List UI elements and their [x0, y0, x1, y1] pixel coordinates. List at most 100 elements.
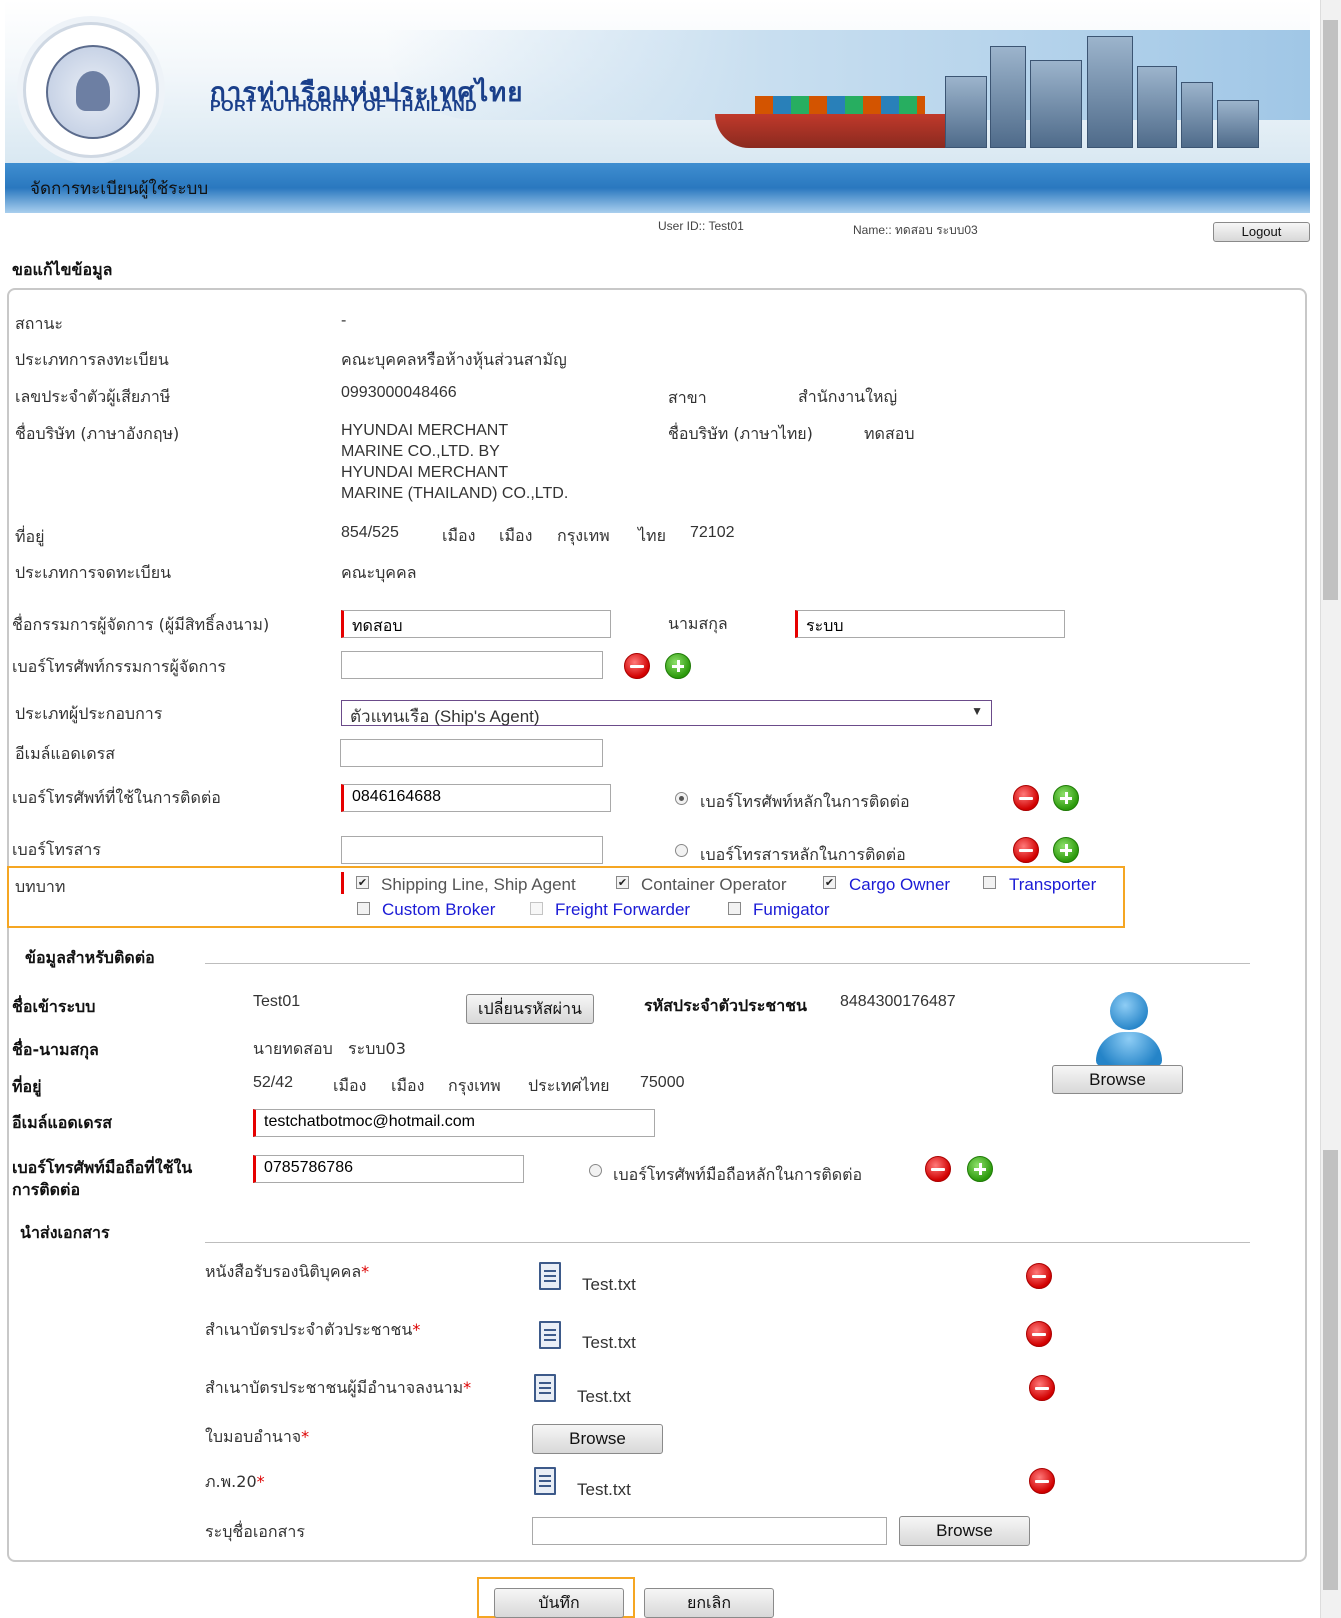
city-skyline-image — [695, 30, 1285, 148]
power-of-attorney-browse-button[interactable]: Browse — [532, 1424, 663, 1454]
fax-input[interactable] — [341, 836, 603, 864]
director-name-label: ชื่อกรรมการผู้จัดการ (ผู้มีสิทธิ์ลงนาม) — [12, 615, 270, 634]
scrollbar-thumb-lower[interactable] — [1323, 1150, 1338, 1590]
doc-label-pp20: ภ.พ.20* — [205, 1470, 265, 1495]
doc-label-power-of-attorney: ใบมอบอำนาจ* — [205, 1425, 309, 1450]
contact-phone-input[interactable]: 0846164688 — [341, 784, 611, 812]
contact-address-district: เมือง — [391, 1076, 425, 1095]
contact-address-label: ที่อยู่ — [12, 1077, 42, 1096]
operator-type-select[interactable]: ตัวแทนเรือ (Ship's Agent) ▼ — [341, 700, 992, 726]
building — [1030, 60, 1082, 148]
file-icon[interactable] — [534, 1374, 556, 1402]
remove-fax-icon[interactable] — [1013, 837, 1039, 863]
role-shipping-line-label: Shipping Line, Ship Agent — [381, 875, 576, 894]
doc-filename-id-copy[interactable]: Test.txt — [582, 1333, 636, 1353]
doc-label-text: ใบมอบอำนาจ — [205, 1427, 302, 1446]
other-doc-name-input[interactable] — [532, 1517, 887, 1545]
director-phone-input[interactable] — [341, 651, 603, 679]
primary-mobile-radio[interactable] — [589, 1164, 602, 1177]
photo-browse-button[interactable]: Browse — [1052, 1065, 1183, 1094]
role-shipping-line-checkbox[interactable]: ✔ — [356, 876, 369, 889]
remove-doc-pp20-icon[interactable] — [1029, 1468, 1055, 1494]
primary-fax-radio[interactable] — [675, 844, 688, 857]
contact-address-house-no: 52/42 — [253, 1074, 294, 1091]
file-icon[interactable] — [539, 1321, 561, 1349]
file-icon[interactable] — [534, 1467, 556, 1495]
role-custom-broker-checkbox[interactable] — [357, 902, 370, 915]
building — [1181, 82, 1213, 148]
company-name-line: HYUNDAI MERCHANT — [341, 464, 509, 481]
company-name-line: HYUNDAI MERCHANT — [341, 422, 509, 439]
remove-doc-signatory-id-icon[interactable] — [1029, 1375, 1055, 1401]
contact-phone-label: เบอร์โทรศัพท์ที่ใช้ในการติดต่อ — [12, 788, 221, 807]
pat-logo — [23, 22, 159, 158]
role-freight-forwarder-checkbox[interactable] — [530, 902, 543, 915]
dropdown-arrow-icon: ▼ — [971, 704, 983, 718]
doc-label-text: สำเนาบัตรประชาชนผู้มีอำนาจลงนาม — [205, 1378, 464, 1397]
company-email-input[interactable] — [340, 739, 603, 767]
director-first-name-input[interactable]: ทดสอบ — [341, 610, 611, 638]
company-name-en-value: HYUNDAI MERCHANT MARINE CO.,LTD. BY HYUN… — [341, 420, 568, 504]
remove-contact-phone-icon[interactable] — [1013, 785, 1039, 811]
roles-label: บทบาท — [15, 877, 66, 896]
address-subdistrict: เมือง — [442, 526, 476, 545]
doc-filename-company-cert[interactable]: Test.txt — [582, 1275, 636, 1295]
building — [945, 76, 987, 148]
section-title: ขอแก้ไขข้อมูล — [12, 260, 113, 279]
brand-english: PORT AUTHORITY OF THAILAND — [210, 98, 478, 115]
other-doc-browse-button[interactable]: Browse — [899, 1516, 1030, 1546]
remove-doc-company-cert-icon[interactable] — [1026, 1263, 1052, 1289]
add-contact-phone-icon[interactable] — [1053, 785, 1079, 811]
mobile-input[interactable]: 0785786786 — [253, 1155, 524, 1183]
add-fax-icon[interactable] — [1053, 837, 1079, 863]
company-email-label: อีเมล์แอดเดรส — [15, 744, 115, 763]
primary-mobile-label: เบอร์โทรศัพท์มือถือหลักในการติดต่อ — [613, 1165, 863, 1184]
record-type-label: ประเภทการจดทะเบียน — [15, 563, 172, 582]
contact-email-input[interactable]: testchatbotmoc@hotmail.com — [253, 1109, 655, 1137]
remove-doc-id-copy-icon[interactable] — [1026, 1321, 1052, 1347]
role-transporter-checkbox[interactable] — [983, 876, 996, 889]
tax-id-value: 0993000048466 — [341, 384, 457, 401]
company-name-th-value: ทดสอบ — [864, 424, 915, 443]
cancel-button[interactable]: ยกเลิก — [644, 1588, 774, 1618]
contact-email-label: อีเมล์แอดเดรส — [12, 1113, 112, 1132]
address-country: ไทย — [638, 526, 666, 545]
doc-filename-pp20[interactable]: Test.txt — [577, 1480, 631, 1500]
required-star: * — [463, 1378, 472, 1397]
remove-mobile-icon[interactable] — [925, 1156, 951, 1182]
role-cargo-owner-label: Cargo Owner — [849, 875, 951, 894]
role-freight-forwarder-label: Freight Forwarder — [555, 900, 691, 919]
required-star: * — [301, 1427, 310, 1446]
profile-avatar-icon — [1096, 992, 1162, 1068]
login-value: Test01 — [253, 993, 301, 1010]
address-province: กรุงเทพ — [557, 526, 610, 545]
remove-director-phone-icon[interactable] — [624, 653, 650, 679]
logout-button[interactable]: Logout — [1213, 222, 1310, 242]
change-password-button[interactable]: เปลี่ยนรหัสผ่าน — [466, 994, 594, 1024]
file-icon[interactable] — [539, 1262, 561, 1290]
add-director-phone-icon[interactable] — [665, 653, 691, 679]
other-doc-label: ระบุชื่อเอกสาร — [205, 1522, 305, 1541]
contact-address-subdistrict: เมือง — [333, 1076, 367, 1095]
doc-label-company-cert: หนังสือรับรองนิติบุคคล* — [205, 1260, 369, 1285]
logo-emblem — [46, 45, 140, 139]
role-fumigator-checkbox[interactable] — [728, 902, 741, 915]
branch-value: สำนักงานใหญ่ — [798, 387, 898, 406]
status-value: - — [341, 312, 347, 329]
reg-type-label: ประเภทการลงทะเบียน — [15, 350, 169, 369]
doc-filename-signatory-id[interactable]: Test.txt — [577, 1387, 631, 1407]
save-button[interactable]: บันทึก — [494, 1588, 624, 1618]
add-mobile-icon[interactable] — [967, 1156, 993, 1182]
role-transporter-label: Transporter — [1009, 875, 1097, 894]
mobile-label-line: การติดต่อ — [12, 1180, 81, 1199]
doc-label-id-copy: สำเนาบัตรประจำตัวประชาชน* — [205, 1318, 420, 1343]
role-fumigator-label: Fumigator — [753, 900, 830, 919]
required-star: * — [361, 1262, 370, 1281]
director-last-name-input[interactable]: ระบบ — [795, 610, 1065, 638]
role-container-operator-checkbox[interactable]: ✔ — [616, 876, 629, 889]
role-cargo-owner-checkbox[interactable]: ✔ — [823, 876, 836, 889]
status-label: สถานะ — [15, 314, 63, 333]
primary-phone-radio[interactable] — [675, 792, 688, 805]
scrollbar-thumb[interactable] — [1323, 20, 1338, 600]
fax-label: เบอร์โทรสาร — [12, 840, 101, 859]
